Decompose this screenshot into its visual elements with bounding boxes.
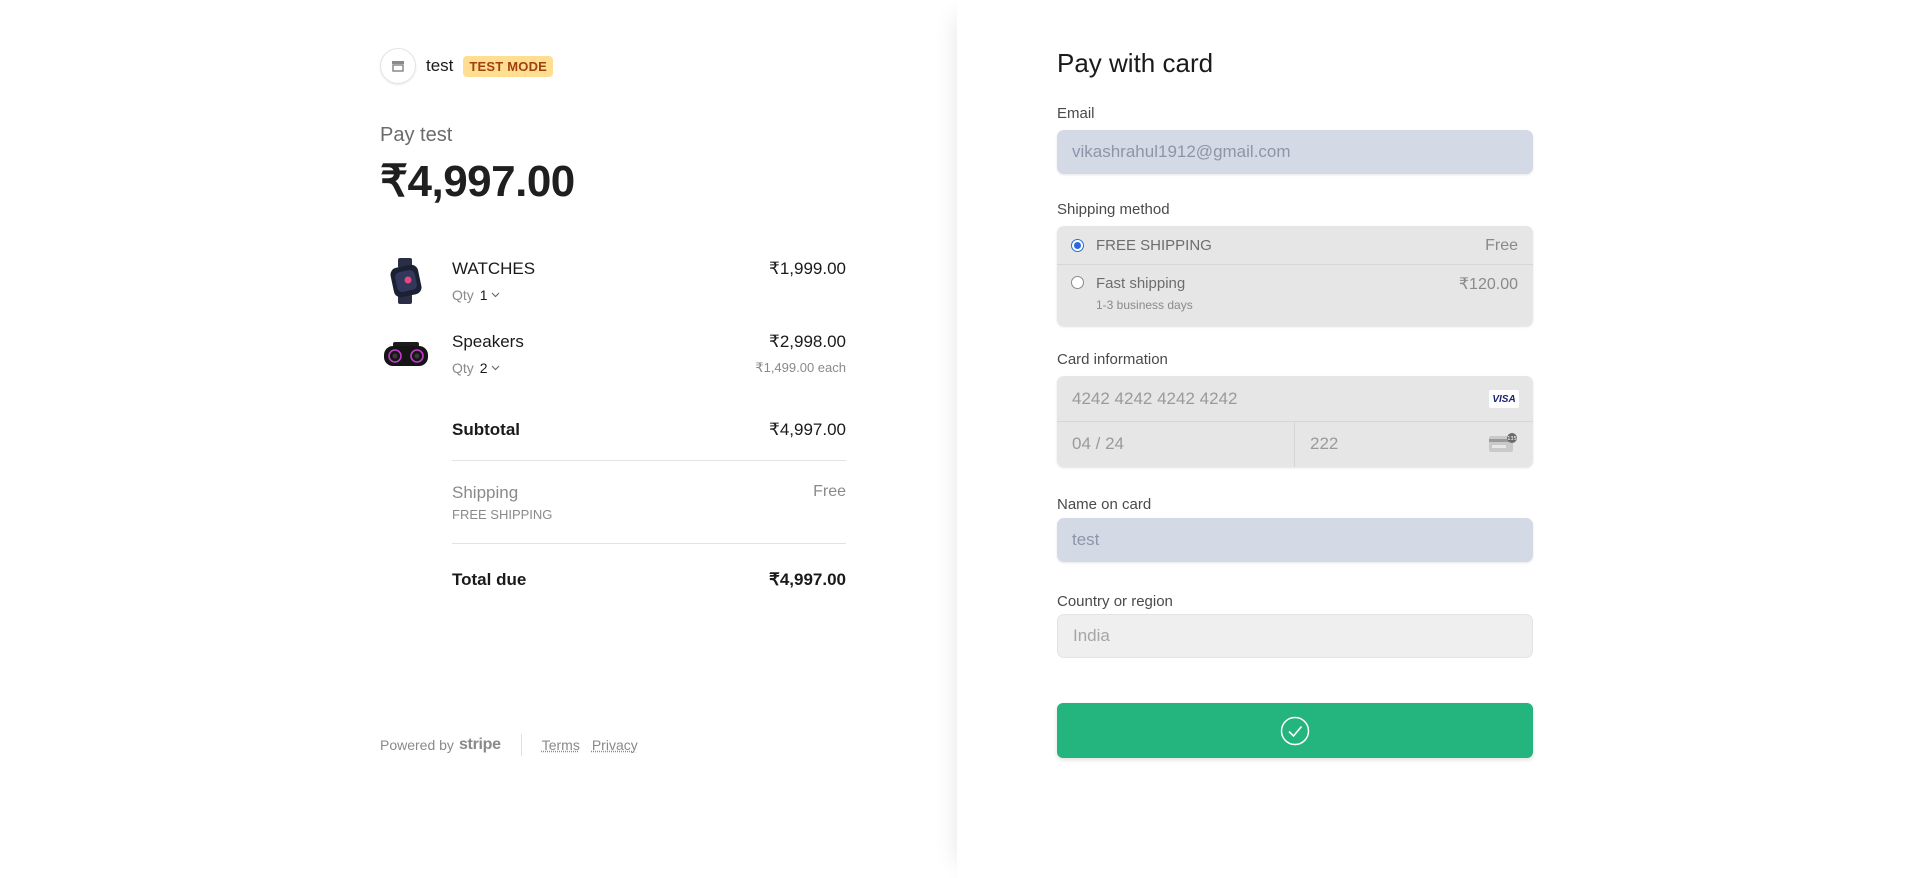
subtotal-label: Subtotal	[452, 420, 520, 439]
qty-value: 2	[479, 360, 488, 376]
total-value: ₹4,997.00	[769, 570, 846, 589]
shipping-option-price: ₹120.00	[1458, 276, 1518, 293]
email-label: Email	[1057, 105, 1095, 122]
store-icon	[380, 48, 416, 84]
merchant-name: test	[426, 56, 454, 75]
shipping-method: FREE SHIPPING	[452, 507, 553, 522]
terms-link[interactable]: Terms	[542, 737, 580, 753]
shipping-option-free[interactable]: FREE SHIPPING Free	[1057, 226, 1533, 264]
card-information-label: Card information	[1057, 351, 1168, 368]
radio-unselected[interactable]	[1071, 276, 1084, 289]
subtotal-value: ₹4,997.00	[769, 420, 846, 439]
visa-icon: VISA	[1489, 390, 1519, 408]
checkmark-icon	[1280, 716, 1310, 745]
qty-selector[interactable]: Qty 1	[452, 287, 500, 303]
powered-by-label: Powered by	[380, 737, 454, 753]
divider	[452, 460, 846, 461]
card-expiry-input[interactable]: 04 / 24	[1072, 434, 1124, 454]
stripe-logo: stripe	[458, 736, 501, 753]
qty-label: Qty	[452, 287, 474, 303]
divider	[520, 734, 522, 756]
line-item: WATCHES Qty 1 ₹1,999.00	[380, 257, 846, 317]
divider	[1294, 422, 1295, 467]
shipping-method-options: FREE SHIPPING Free Fast shipping 1-3 bus…	[1057, 226, 1533, 326]
test-mode-badge: TEST MODE	[463, 55, 554, 77]
card-number-input[interactable]: 4242 4242 4242 4242	[1072, 389, 1237, 409]
qty-value: 1	[479, 287, 488, 303]
shipping-option-name: FREE SHIPPING	[1096, 237, 1212, 254]
chevron-down-icon	[491, 292, 500, 298]
chevron-down-icon	[491, 365, 500, 371]
pay-label: Pay test	[380, 124, 453, 146]
speaker-image	[380, 330, 432, 378]
card-cvc-input[interactable]: 222	[1310, 434, 1338, 454]
watch-image	[380, 257, 432, 305]
footer: Powered by stripe Terms Privacy	[380, 734, 650, 756]
line-item: Speakers Qty 2 ₹2,998.00 ₹1,499.00 each	[380, 330, 846, 390]
item-name: Speakers	[452, 332, 524, 351]
item-price: ₹1,999.00	[769, 259, 846, 278]
shipping-option-name: Fast shipping	[1096, 275, 1186, 292]
shipping-method-label: Shipping method	[1057, 201, 1170, 218]
qty-label: Qty	[452, 360, 474, 376]
name-on-card-label: Name on card	[1057, 496, 1152, 513]
total-amount: ₹4,997.00	[380, 157, 575, 206]
privacy-link[interactable]: Privacy	[592, 737, 638, 753]
shipping-option-detail: 1-3 business days	[1096, 298, 1193, 312]
cvc-icon: 135	[1489, 433, 1517, 452]
shipping-value: Free	[813, 483, 846, 500]
order-summary-panel: test TEST MODE Pay test ₹4,997.00 WATCHE…	[0, 0, 957, 878]
pay-button[interactable]	[1057, 703, 1533, 758]
qty-selector[interactable]: Qty 2	[452, 360, 500, 376]
item-price: ₹2,998.00	[769, 332, 846, 351]
shipping-option-fast[interactable]: Fast shipping 1-3 business days ₹120.00	[1057, 265, 1533, 326]
shipping-option-price: Free	[1485, 237, 1518, 254]
divider	[452, 543, 846, 544]
email-field[interactable]: vikashrahul1912@gmail.com	[1057, 130, 1533, 174]
item-name: WATCHES	[452, 259, 536, 278]
item-unit-price: ₹1,499.00 each	[755, 360, 846, 375]
country-select[interactable]: India	[1057, 614, 1533, 658]
form-title: Pay with card	[1057, 48, 1214, 78]
name-on-card-field[interactable]: test	[1057, 518, 1533, 562]
merchant-header: test TEST MODE	[380, 48, 554, 84]
divider	[1057, 421, 1533, 422]
shipping-label: Shipping	[452, 483, 519, 502]
country-label: Country or region	[1057, 593, 1173, 610]
total-label: Total due	[452, 570, 527, 589]
radio-selected[interactable]	[1071, 239, 1084, 252]
svg-text:135: 135	[1507, 436, 1517, 442]
card-information-field: 4242 4242 4242 4242 VISA 04 / 24 222 135	[1057, 376, 1533, 467]
